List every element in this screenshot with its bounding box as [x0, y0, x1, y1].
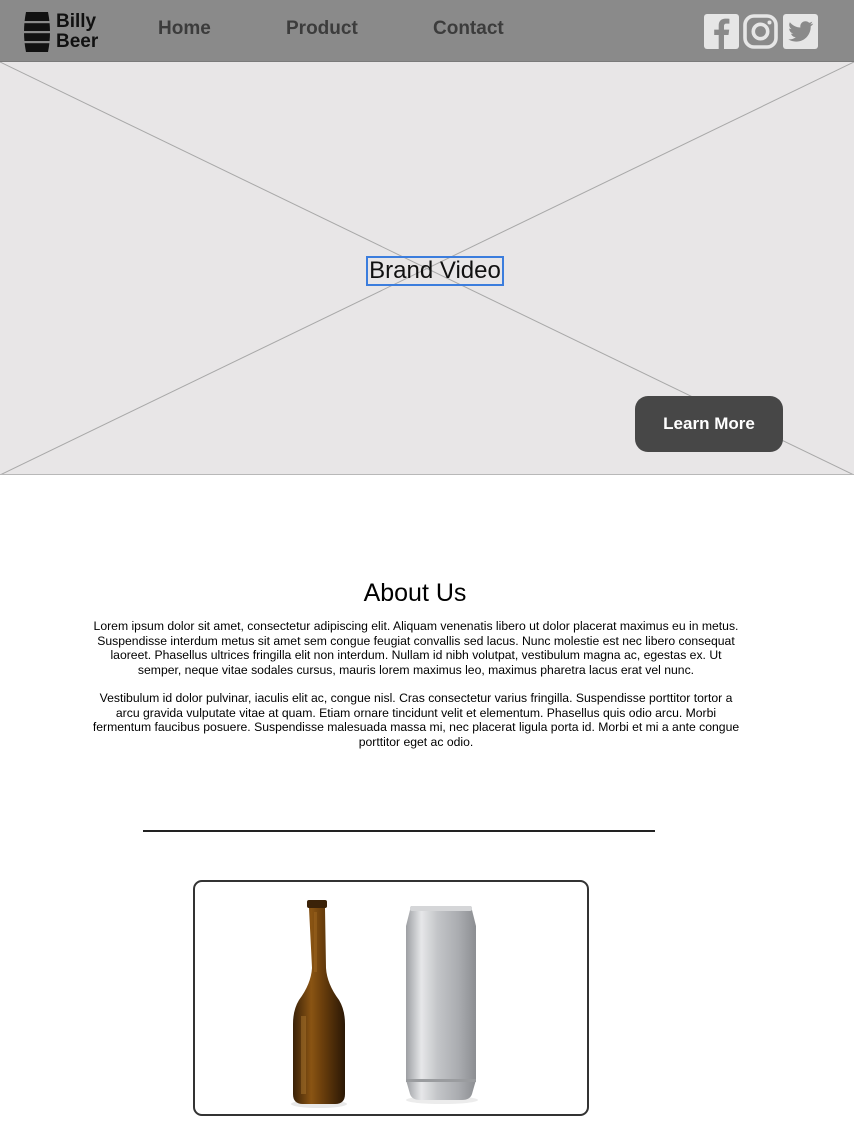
brand-video-label: Brand Video	[366, 256, 504, 286]
brand-video-placeholder[interactable]: Brand Video Learn More	[0, 62, 854, 475]
product-card[interactable]	[193, 880, 589, 1116]
twitter-icon[interactable]	[783, 14, 818, 49]
site-header: Billy Beer Home Product Contact	[0, 0, 854, 62]
brand-name: Billy Beer	[56, 12, 98, 52]
about-paragraph-2: Vestibulum id dolor pulvinar, iaculis el…	[92, 691, 740, 749]
brand-logo[interactable]: Billy Beer	[22, 11, 112, 53]
about-paragraph-1: Lorem ipsum dolor sit amet, consectetur …	[93, 619, 739, 677]
brand-name-line2: Beer	[56, 31, 99, 52]
nav-home[interactable]: Home	[158, 17, 211, 41]
beer-can-image	[406, 906, 478, 1104]
learn-more-button[interactable]: Learn More	[635, 396, 783, 452]
about-title: About Us	[363, 579, 467, 607]
nav-contact[interactable]: Contact	[433, 17, 504, 41]
barrel-icon	[22, 12, 52, 52]
instagram-icon[interactable]	[743, 14, 778, 49]
nav-product[interactable]: Product	[286, 17, 358, 41]
section-divider	[143, 830, 655, 832]
brand-name-line1: Billy	[56, 11, 97, 32]
beer-bottle-image	[291, 900, 347, 1108]
facebook-icon[interactable]	[704, 14, 739, 49]
